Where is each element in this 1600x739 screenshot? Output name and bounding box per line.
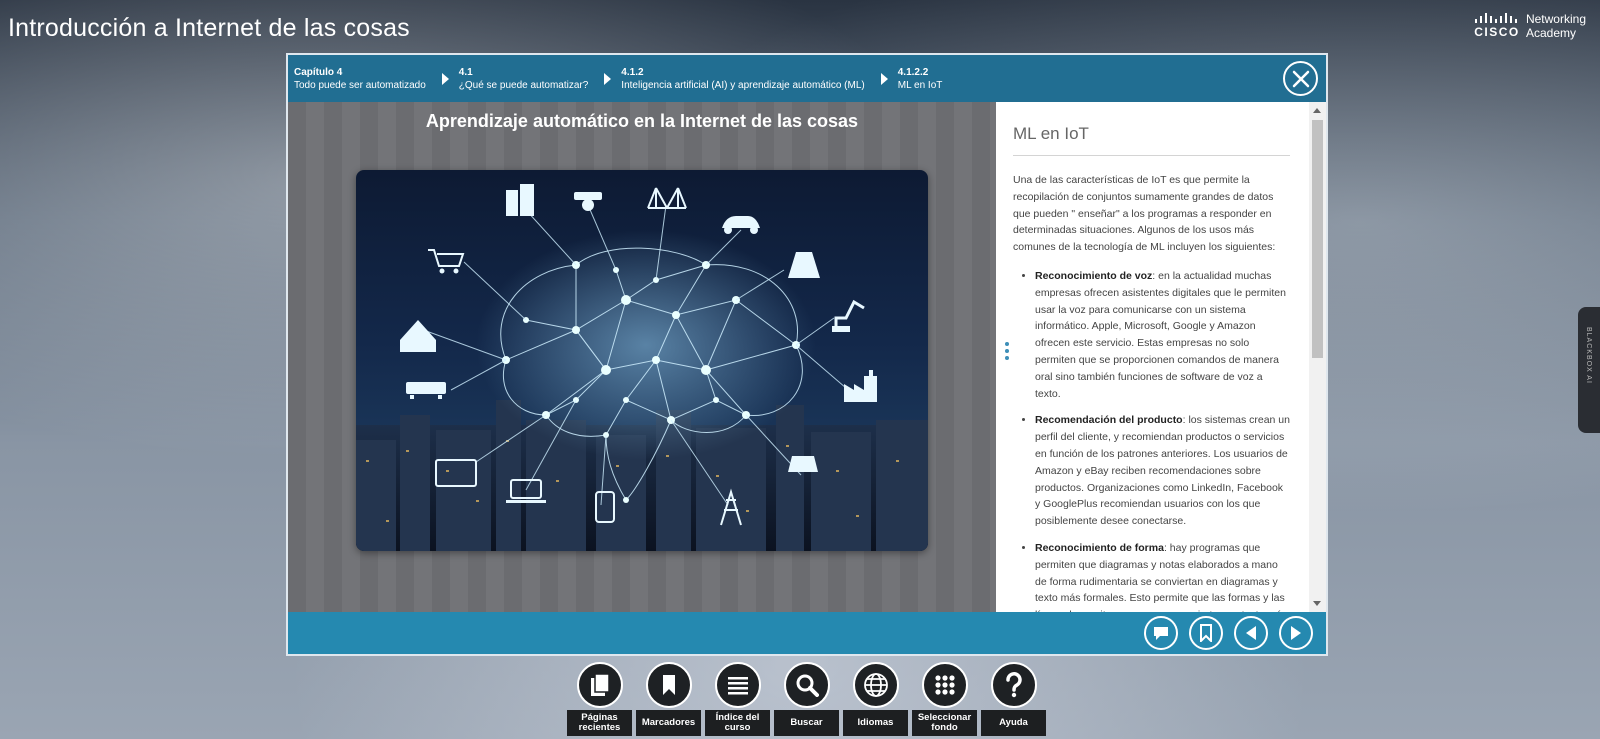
item-term: Reconocimiento de voz (1035, 269, 1153, 282)
cisco-bars-icon (1474, 13, 1517, 23)
bookmarks-button[interactable]: Marcadores (636, 662, 701, 736)
toolbar-label: Ayuda (981, 710, 1046, 736)
next-button[interactable] (1279, 616, 1313, 650)
item-text: : en la actualidad muchas empresas ofrec… (1035, 269, 1286, 400)
breadcrumb-item-chapter[interactable]: Capítulo 4 Todo puede ser automatizado (294, 66, 459, 92)
bookmark-icon (1200, 624, 1212, 642)
article-heading: ML en IoT (1013, 124, 1290, 156)
list-item: Reconocimiento de forma: hay programas q… (1035, 540, 1290, 612)
search-icon (796, 674, 819, 697)
media-pane: Aprendizaje automático en la Internet de… (288, 102, 996, 612)
breadcrumb-item-topic[interactable]: 4.1.2 Inteligencia artificial (AI) y apre… (621, 66, 897, 92)
chevron-right-icon (880, 72, 888, 85)
help-button[interactable]: Ayuda (981, 662, 1046, 736)
crumb-number: 4.1.2 (621, 66, 644, 78)
breadcrumb: Capítulo 4 Todo puede ser automatizado 4.… (288, 55, 1326, 102)
close-icon (1292, 70, 1309, 87)
blackbox-ai-side-tab[interactable]: BLACKBOX AI (1578, 307, 1600, 433)
toolbar-label: Buscar (774, 710, 839, 736)
course-index-button[interactable]: Índice del curso (705, 662, 770, 736)
list-icon (727, 677, 748, 695)
globe-icon (863, 673, 888, 697)
comment-button[interactable] (1144, 616, 1178, 650)
crumb-label: Todo puede ser automatizado (294, 79, 426, 91)
app-title: Introducción a Internet de las cosas (8, 14, 410, 42)
toolbar-label: Páginas recientes (567, 710, 632, 736)
scroll-down-arrow-icon[interactable] (1313, 601, 1321, 606)
bookmark-icon (662, 675, 675, 695)
recent-pages-button[interactable]: Páginas recientes (567, 662, 632, 736)
select-background-button[interactable]: Seleccionar fondo (912, 662, 977, 736)
crumb-number: Capítulo 4 (294, 66, 343, 78)
scrollbar-thumb[interactable] (1312, 120, 1323, 358)
logo-line-1: Networking (1525, 12, 1586, 26)
previous-button[interactable] (1234, 616, 1268, 650)
chevron-right-icon (441, 72, 449, 85)
search-button[interactable]: Buscar (774, 662, 839, 736)
slide-title: Aprendizaje automático en la Internet de… (425, 111, 859, 131)
chevron-right-icon (604, 72, 612, 85)
list-item: Reconocimiento de voz: en la actualidad … (1035, 268, 1290, 402)
item-term: Reconocimiento de forma (1035, 541, 1164, 554)
ml-uses-list: Reconocimiento de voz: en la actualidad … (1013, 268, 1290, 612)
course-toolbar: Páginas recientes Marcadores Índice del … (567, 662, 1046, 736)
close-button[interactable] (1283, 61, 1318, 96)
item-text: : los sistemas crean un perfil del clien… (1035, 414, 1290, 528)
grid-icon (934, 675, 955, 695)
toolbar-label: Idiomas (843, 710, 908, 736)
scroll-up-arrow-icon[interactable] (1313, 108, 1321, 113)
modal-footer (288, 612, 1326, 654)
crumb-label: ML en IoT (897, 79, 943, 91)
cisco-networking-academy-logo: CISCO Networking Academy (1474, 12, 1586, 40)
resize-handle[interactable] (1005, 342, 1009, 360)
list-item: Recomendación del producto: los sistemas… (1035, 412, 1290, 530)
article-pane: ML en IoT Una de las características de … (996, 102, 1326, 612)
article-intro: Una de las características de IoT es que… (1013, 174, 1276, 254)
crumb-label: ¿Qué se puede automatizar? (458, 79, 589, 91)
crumb-label: Inteligencia artificial (AI) y aprendiza… (621, 79, 865, 91)
course-modal: Capítulo 4 Todo puede ser automatizado 4.… (286, 53, 1328, 656)
previous-icon (1246, 626, 1256, 640)
side-tab-label: BLACKBOX AI (1585, 327, 1592, 384)
breadcrumb-item-section[interactable]: 4.1 ¿Qué se puede automatizar? (459, 66, 622, 92)
bookmark-button[interactable] (1189, 616, 1223, 650)
cisco-wordmark: CISCO (1474, 25, 1520, 39)
comment-icon (1154, 627, 1168, 640)
toolbar-label: Seleccionar fondo (912, 710, 977, 736)
help-icon (1005, 672, 1022, 698)
iot-brain-illustration (356, 170, 928, 551)
content-area: Aprendizaje automático en la Internet de… (288, 102, 1326, 612)
toolbar-label: Marcadores (636, 710, 701, 736)
pages-icon (590, 673, 610, 696)
crumb-number: 4.1 (458, 66, 473, 78)
logo-line-2: Academy (1525, 26, 1576, 40)
next-icon (1291, 626, 1301, 640)
breadcrumb-item-page: 4.1.2.2 ML en IoT (898, 66, 943, 92)
languages-button[interactable]: Idiomas (843, 662, 908, 736)
article-scrollbar[interactable] (1309, 102, 1326, 612)
item-term: Recomendación del producto (1035, 414, 1183, 427)
crumb-number: 4.1.2.2 (897, 66, 929, 78)
toolbar-label: Índice del curso (705, 710, 770, 736)
